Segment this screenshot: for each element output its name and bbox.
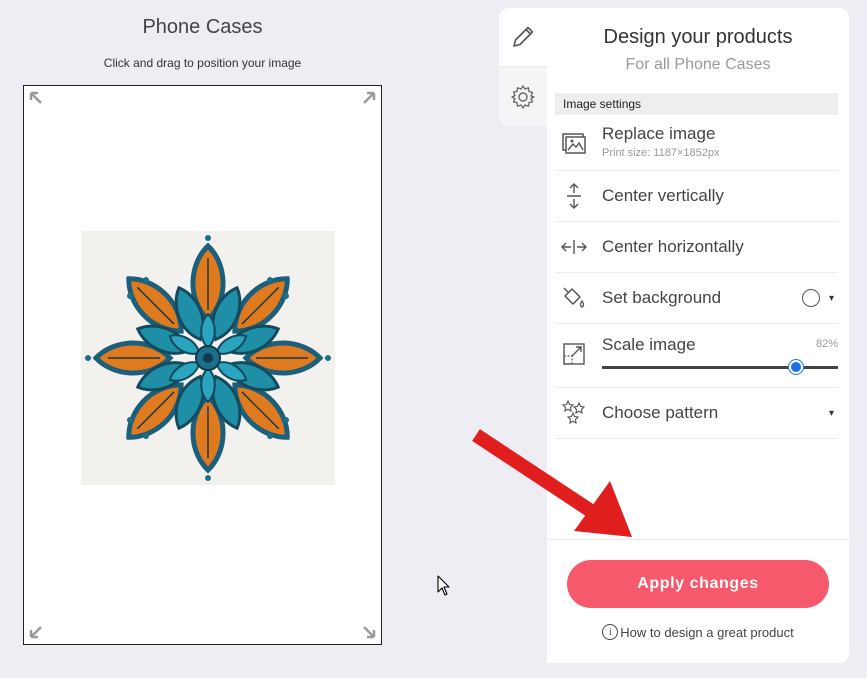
mouse-cursor-icon — [437, 575, 450, 596]
horizontal-arrows-icon — [561, 234, 587, 260]
scale-slider[interactable] — [602, 360, 838, 374]
center-horizontally-label: Center horizontally — [602, 237, 744, 256]
panel-title: Design your products — [603, 26, 793, 48]
background-caret-icon[interactable]: ▾ — [829, 293, 834, 304]
background-color-swatch[interactable] — [802, 289, 820, 307]
info-icon: i — [602, 624, 619, 640]
scale-value-text: 82% — [815, 338, 838, 350]
scale-image-label: Scale image — [602, 335, 696, 354]
choose-pattern-label: Choose pattern — [602, 403, 719, 422]
image-settings-header: Image settings — [555, 93, 838, 115]
preview-instructions: Click and drag to position your image — [103, 56, 302, 70]
tab-settings[interactable] — [499, 68, 547, 126]
resize-bottom-right-icon[interactable] — [359, 622, 377, 640]
resize-top-right-icon[interactable] — [359, 90, 377, 108]
pencil-icon — [513, 26, 534, 47]
replace-image-option[interactable]: Replace image Print size: 1187×1852px — [555, 118, 838, 171]
panel-subtitle: For all Phone Cases — [625, 56, 771, 73]
center-vertically-label: Center vertically — [602, 186, 724, 205]
resize-top-left-icon[interactable] — [28, 90, 46, 108]
help-link-label[interactable]: How to design a great product — [620, 625, 793, 640]
stars-icon — [561, 400, 587, 426]
image-icon — [561, 130, 587, 156]
apply-changes-button[interactable]: Apply changes — [567, 560, 829, 608]
tab-design[interactable] — [499, 8, 547, 66]
scale-icon — [561, 341, 587, 367]
mandala-artwork-image[interactable] — [81, 231, 335, 485]
red-annotation-arrow — [472, 429, 632, 537]
pattern-caret-icon[interactable]: ▾ — [829, 408, 834, 419]
phone-case-canvas[interactable] — [23, 85, 382, 645]
print-size-text: Print size: 1187×1852px — [602, 147, 720, 159]
set-background-label: Set background — [602, 288, 722, 307]
vertical-arrows-icon — [561, 183, 587, 209]
center-vertically-option[interactable]: Center vertically — [555, 171, 838, 222]
scale-slider-thumb[interactable] — [788, 360, 803, 374]
preview-title: Phone Cases — [142, 16, 263, 38]
design-panel: Design your products For all Phone Cases… — [547, 8, 849, 663]
help-link[interactable]: i How to design a great product — [547, 624, 849, 640]
gear-icon — [511, 85, 535, 109]
scale-image-option: Scale image 82% — [555, 324, 838, 388]
panel-tab-rail — [499, 8, 547, 128]
replace-image-label: Replace image — [602, 124, 716, 143]
set-background-option[interactable]: Set background ▾ — [555, 273, 838, 324]
center-horizontally-option[interactable]: Center horizontally — [555, 222, 838, 273]
paint-bucket-icon — [561, 285, 587, 311]
resize-bottom-left-icon[interactable] — [28, 622, 46, 640]
